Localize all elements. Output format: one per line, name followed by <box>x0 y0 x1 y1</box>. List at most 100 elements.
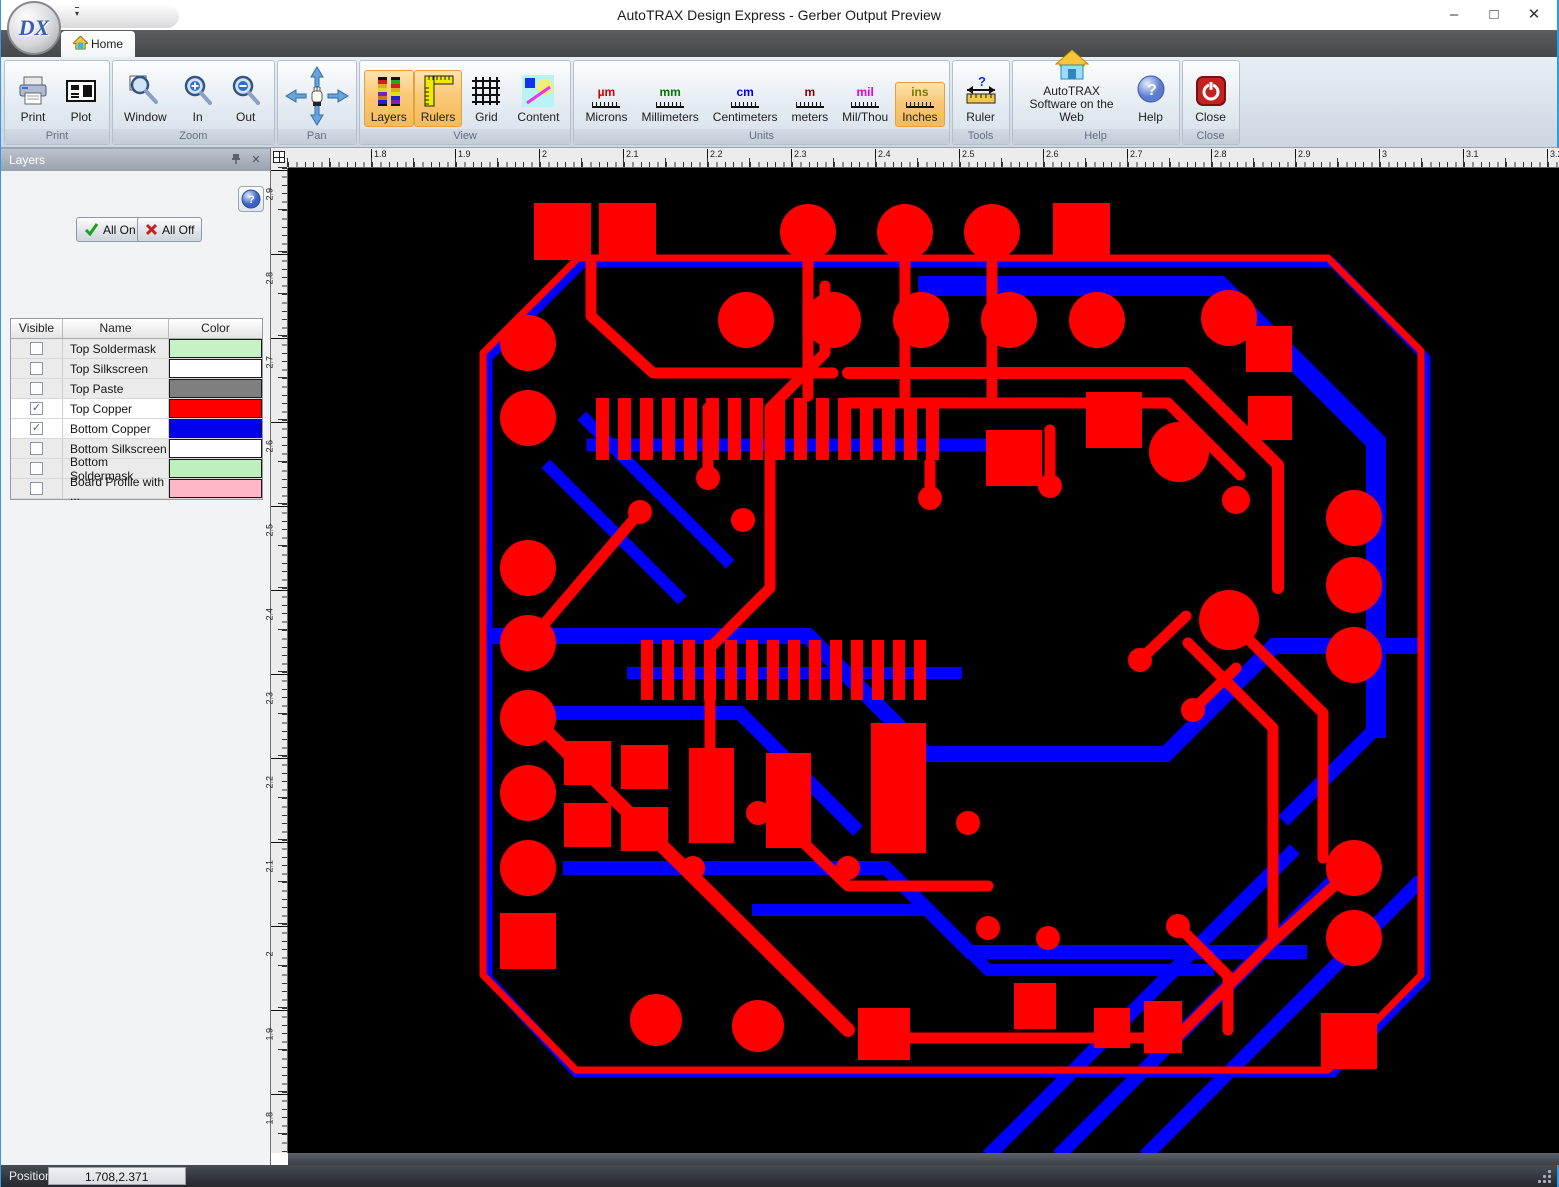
pan-left-arrow <box>284 89 307 103</box>
group-label-help: Help <box>1012 129 1179 144</box>
layer-visible-checkbox[interactable] <box>30 462 43 475</box>
unit-meters-button[interactable]: m meters <box>784 82 835 127</box>
maximize-button[interactable]: □ <box>1477 2 1511 28</box>
minimize-button[interactable]: – <box>1437 2 1471 28</box>
ribbon-group-close: Close Close <box>1181 60 1240 145</box>
plot-button[interactable]: Plot <box>57 70 105 127</box>
unit-millimeters-button[interactable]: mm Millimeters <box>634 82 705 127</box>
all-off-button[interactable]: All Off <box>137 217 203 242</box>
layer-row[interactable]: ✓ Top Copper <box>11 399 262 419</box>
unit-mil-thou-button[interactable]: mil Mil/Thou <box>835 82 895 127</box>
column-color: Color <box>201 321 230 335</box>
layer-color-swatch[interactable] <box>169 419 262 438</box>
layer-name: Top Paste <box>63 379 169 398</box>
ribbon-group-view: Layers Rulers Grid Content View <box>358 60 572 145</box>
group-label-tools: Tools <box>952 129 1009 144</box>
layer-visible-checkbox[interactable] <box>30 482 43 495</box>
all-on-button[interactable]: All On <box>76 217 144 242</box>
print-button[interactable]: Print <box>9 70 57 127</box>
ruler-tick-label: 2.6 <box>265 422 288 453</box>
ruler-tick-label: 2.4 <box>265 590 288 621</box>
ruler-tool-label: Ruler <box>966 110 995 124</box>
position-label: Position <box>9 1169 52 1183</box>
layer-color-swatch[interactable] <box>169 439 262 458</box>
layer-color-swatch[interactable] <box>169 339 262 358</box>
zoom-out-button[interactable]: Out <box>222 70 270 127</box>
application-menu-button[interactable]: DX <box>7 1 61 55</box>
ruler-tick-label: 1.8 <box>265 1094 288 1125</box>
panel-close-icon[interactable]: ✕ <box>248 153 264 168</box>
plot-icon <box>64 74 98 108</box>
layer-row[interactable]: Board Profile with ... <box>11 475 262 503</box>
layer-color-swatch[interactable] <box>169 399 262 418</box>
ruler-tick-label: 2 <box>265 926 288 957</box>
ribbon-group-pan: Pan <box>276 60 357 145</box>
layer-row[interactable]: Top Soldermask <box>11 339 262 359</box>
horizontal-scrollbar[interactable] <box>288 1153 1559 1165</box>
layer-visible-checkbox[interactable]: ✓ <box>30 422 43 435</box>
layer-color-swatch[interactable] <box>169 359 262 378</box>
zoom-in-button[interactable]: In <box>174 70 222 127</box>
rulers-toggle-button[interactable]: Rulers <box>413 70 463 127</box>
grid-toggle-button[interactable]: Grid <box>462 70 510 127</box>
content-button[interactable]: Content <box>510 70 566 127</box>
ribbon: Print Plot Print Window In Out Zoom Pan … <box>1 49 1557 148</box>
layer-row[interactable]: Top Paste <box>11 379 262 399</box>
unit-abbr: µm <box>597 85 616 99</box>
help-icon: ? <box>1134 74 1168 108</box>
close-window-button[interactable]: ✕ <box>1517 2 1551 28</box>
gerber-preview-canvas[interactable] <box>288 168 1559 1153</box>
layers-icon <box>372 74 406 108</box>
pin-icon[interactable] <box>228 153 244 168</box>
ruler-tick-label: 2 <box>539 149 547 167</box>
question-icon: ? <box>241 189 261 209</box>
ruler-corner[interactable] <box>271 148 288 168</box>
layers-panel-title: Layers <box>9 153 46 167</box>
printer-icon <box>16 74 50 108</box>
group-label-view: View <box>359 129 571 144</box>
layers-panel-header[interactable]: Layers ✕ <box>1 149 270 171</box>
ruler-tick-label: 2.3 <box>265 674 288 705</box>
application-window: AutoTRAX Design Express - Gerber Output … <box>0 0 1559 1187</box>
layer-visible-checkbox[interactable] <box>30 342 43 355</box>
layers-help-button[interactable]: ? <box>238 186 264 212</box>
ruler-tool-button[interactable]: ? Ruler <box>957 70 1005 127</box>
resize-grip[interactable] <box>1538 1170 1551 1183</box>
home-icon <box>71 34 90 53</box>
ruler-tick-label: 2.4 <box>875 149 891 167</box>
unit-label: Mil/Thou <box>842 110 889 124</box>
unit-abbr: mil <box>856 85 874 99</box>
svg-text:?: ? <box>248 194 255 206</box>
app-logo: DX <box>18 15 50 40</box>
unit-inches-button[interactable]: ins Inches <box>895 82 945 127</box>
layer-color-swatch[interactable] <box>169 479 262 498</box>
layer-visible-checkbox[interactable] <box>30 382 43 395</box>
tab-home[interactable]: Home <box>61 31 135 57</box>
ruler-tick-label: 2.2 <box>265 758 288 789</box>
ribbon-group-tools: ? Ruler Tools <box>951 60 1010 145</box>
autotrax-web-button[interactable]: AutoTRAX Software on the Web <box>1017 44 1127 127</box>
quick-access-dropdown-icon[interactable]: ▾ <box>75 7 80 18</box>
unit-microns-button[interactable]: µm Microns <box>578 82 634 127</box>
ruler-tick-label: 3.1 <box>1463 149 1479 167</box>
layer-visible-checkbox[interactable] <box>30 442 43 455</box>
layer-name: Top Soldermask <box>63 339 169 358</box>
mini-ruler-icon <box>731 100 760 108</box>
ribbon-group-zoom: Window In Out Zoom <box>112 60 275 145</box>
ruler-tick-label: 1.9 <box>455 149 471 167</box>
layer-visible-checkbox[interactable] <box>30 362 43 375</box>
mini-ruler-icon <box>905 100 934 108</box>
layer-row[interactable]: ✓ Bottom Copper <box>11 419 262 439</box>
layer-visible-checkbox[interactable]: ✓ <box>30 402 43 415</box>
ruler-tick-label: 2.5 <box>265 506 288 537</box>
horizontal-ruler: 1.8 1.9 2 2.1 2.2 2.3 2.4 2.5 2.6 2.7 2.8 2.9 3 3.1 3.… <box>287 148 1559 168</box>
close-preview-button[interactable]: Close <box>1187 70 1235 127</box>
layer-color-swatch[interactable] <box>169 379 262 398</box>
layers-toggle-button[interactable]: Layers <box>363 70 414 127</box>
zoom-window-button[interactable]: Window <box>117 70 174 127</box>
layer-color-swatch[interactable] <box>169 459 262 478</box>
layer-row[interactable]: Top Silkscreen <box>11 359 262 379</box>
unit-centimeters-button[interactable]: cm Centimeters <box>706 82 785 127</box>
ribbon-group-units: µm Microns mm Millimeters cm Centimeters m mete… <box>573 60 950 145</box>
help-button[interactable]: ? Help <box>1127 70 1175 127</box>
